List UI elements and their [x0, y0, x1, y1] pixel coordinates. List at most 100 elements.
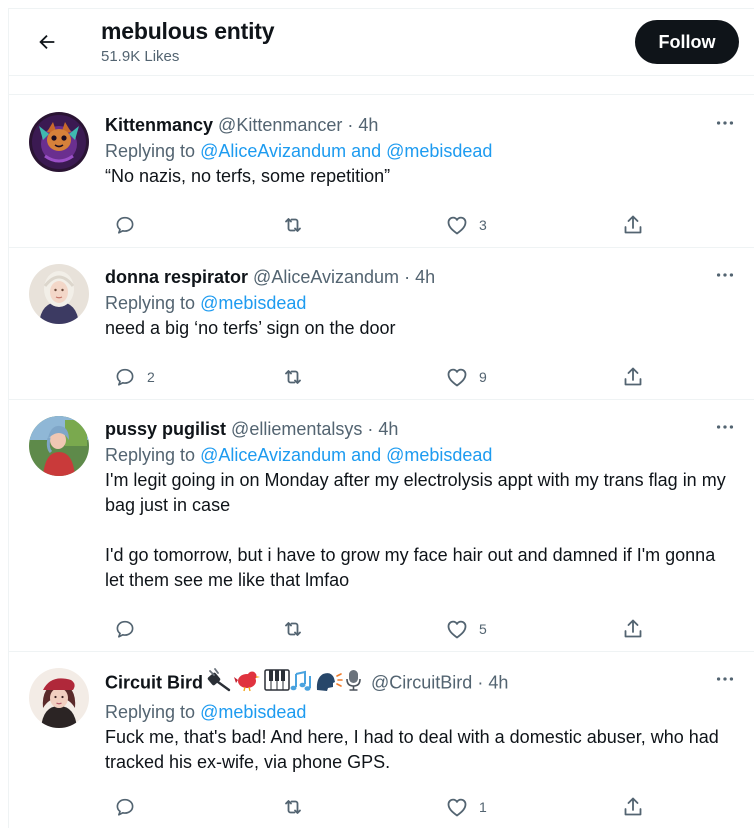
- tweet-meta: donna respirator @AliceAvizandum · 4h: [105, 264, 737, 290]
- tweet-body: Circuit Bird @CircuitBird · 4h Replying …: [105, 668, 737, 775]
- heart-icon: [447, 620, 467, 639]
- page-frame: mebulous entity 51.9K Likes Follow Kitte…: [8, 8, 754, 828]
- tweet-body: pussy pugilist @elliementalsys · 4h Repl…: [105, 416, 737, 593]
- tweet[interactable]: Circuit Bird @CircuitBird · 4h Replying …: [9, 652, 754, 828]
- share-icon: [624, 619, 642, 638]
- profile-header: mebulous entity 51.9K Likes Follow: [9, 9, 754, 77]
- more-button[interactable]: [713, 112, 737, 136]
- avatar[interactable]: [29, 668, 89, 728]
- retweet-icon: [285, 370, 301, 384]
- tweet-text: Fuck me, that's bad! And here, I had to …: [105, 727, 724, 772]
- reply-count: 2: [147, 369, 155, 385]
- retweet-button[interactable]: [281, 362, 315, 392]
- like-button[interactable]: 3: [445, 210, 487, 240]
- replying-to-link[interactable]: @AliceAvizandum and @mebisdead: [200, 445, 492, 465]
- reply-button[interactable]: [113, 792, 147, 822]
- tweet-actions: 3: [105, 210, 665, 240]
- reply-icon: [116, 620, 134, 638]
- share-button[interactable]: [621, 362, 645, 392]
- separator: [9, 75, 754, 95]
- tweet-text: I'm legit going in on Monday after my el…: [105, 470, 726, 590]
- tweet-body: Kittenmancy @Kittenmancer · 4h Replying …: [105, 112, 737, 189]
- tweet-time[interactable]: · 4h: [404, 267, 435, 287]
- microphone-emoji-icon: [346, 670, 361, 691]
- back-button[interactable]: [31, 26, 63, 58]
- author-handle[interactable]: @elliementalsys: [231, 419, 362, 439]
- tweet-actions: 5: [105, 614, 665, 644]
- share-button[interactable]: [621, 792, 645, 822]
- tweet[interactable]: donna respirator @AliceAvizandum · 4h Re…: [9, 248, 754, 400]
- more-button[interactable]: [713, 416, 737, 440]
- replying-to-label: Replying to: [105, 445, 196, 465]
- avatar[interactable]: [29, 112, 89, 172]
- author-name[interactable]: pussy pugilist: [105, 419, 226, 439]
- like-count: 3: [479, 217, 487, 233]
- like-count: 1: [479, 799, 487, 815]
- author-handle[interactable]: @AliceAvizandum: [253, 267, 399, 287]
- tweet-time[interactable]: · 4h: [477, 672, 508, 692]
- retweet-button[interactable]: [281, 210, 315, 240]
- replying-to-link[interactable]: @mebisdead: [200, 702, 306, 722]
- retweet-icon: [285, 800, 301, 814]
- reply-button[interactable]: [113, 210, 147, 240]
- author-name[interactable]: donna respirator: [105, 267, 248, 287]
- more-horizontal-icon: [716, 677, 734, 681]
- author-name[interactable]: Kittenmancy: [105, 115, 213, 135]
- share-icon: [624, 215, 642, 234]
- like-count: 5: [479, 621, 487, 637]
- likes-count: 51.9K Likes: [101, 48, 180, 65]
- retweet-button[interactable]: [281, 614, 315, 644]
- author-name[interactable]: Circuit Bird: [105, 672, 203, 692]
- tweet-body: donna respirator @AliceAvizandum · 4h Re…: [105, 264, 737, 341]
- replying-to-label: Replying to: [105, 702, 196, 722]
- share-icon: [624, 367, 642, 386]
- replying-to: Replying to @mebisdead: [105, 290, 737, 316]
- avatar[interactable]: [29, 264, 89, 324]
- replying-to: Replying to @mebisdead: [105, 699, 737, 725]
- replying-to-label: Replying to: [105, 141, 196, 161]
- tweet[interactable]: Kittenmancy @Kittenmancer · 4h Replying …: [9, 96, 754, 248]
- reply-button[interactable]: 2: [113, 362, 155, 392]
- heart-icon: [447, 368, 467, 387]
- retweet-icon: [285, 622, 301, 636]
- replying-to-link[interactable]: @mebisdead: [200, 293, 306, 313]
- follow-button[interactable]: Follow: [635, 20, 739, 64]
- tweet-meta: pussy pugilist @elliementalsys · 4h: [105, 416, 737, 442]
- more-horizontal-icon: [716, 425, 734, 429]
- author-handle[interactable]: @CircuitBird: [371, 672, 472, 692]
- reply-icon: [116, 216, 134, 234]
- replying-to-label: Replying to: [105, 293, 196, 313]
- like-button[interactable]: 9: [445, 362, 487, 392]
- more-horizontal-icon: [716, 121, 734, 125]
- tweet[interactable]: pussy pugilist @elliementalsys · 4h Repl…: [9, 400, 754, 652]
- share-button[interactable]: [621, 210, 645, 240]
- share-icon: [624, 797, 642, 816]
- name-emoji-row: [207, 668, 365, 699]
- retweet-icon: [285, 218, 301, 232]
- reply-button[interactable]: [113, 614, 147, 644]
- heart-icon: [447, 798, 467, 817]
- retweet-button[interactable]: [281, 792, 315, 822]
- tweet-actions: 2 9: [105, 362, 665, 392]
- more-button[interactable]: [713, 668, 737, 692]
- more-button[interactable]: [713, 264, 737, 288]
- tweet-time[interactable]: · 4h: [347, 115, 378, 135]
- tweet-time[interactable]: · 4h: [367, 419, 398, 439]
- speaking-head-emoji-icon: [316, 673, 343, 691]
- replying-to-link[interactable]: @AliceAvizandum and @mebisdead: [200, 141, 492, 161]
- like-button[interactable]: 1: [445, 792, 487, 822]
- arrow-left-icon: [39, 34, 55, 50]
- replying-to: Replying to @AliceAvizandum and @mebisde…: [105, 138, 737, 164]
- avatar[interactable]: [29, 416, 89, 476]
- piano-emoji-icon: [264, 669, 290, 691]
- music-notes-emoji-icon: [290, 670, 312, 691]
- share-button[interactable]: [621, 614, 645, 644]
- like-button[interactable]: 5: [445, 614, 487, 644]
- heart-icon: [447, 216, 467, 235]
- tweet-meta: Circuit Bird @CircuitBird · 4h: [105, 668, 737, 699]
- tweet-meta: Kittenmancy @Kittenmancer · 4h: [105, 112, 737, 138]
- reply-icon: [116, 368, 134, 386]
- like-count: 9: [479, 369, 487, 385]
- tweet-actions: 1: [105, 792, 665, 822]
- author-handle[interactable]: @Kittenmancer: [218, 115, 342, 135]
